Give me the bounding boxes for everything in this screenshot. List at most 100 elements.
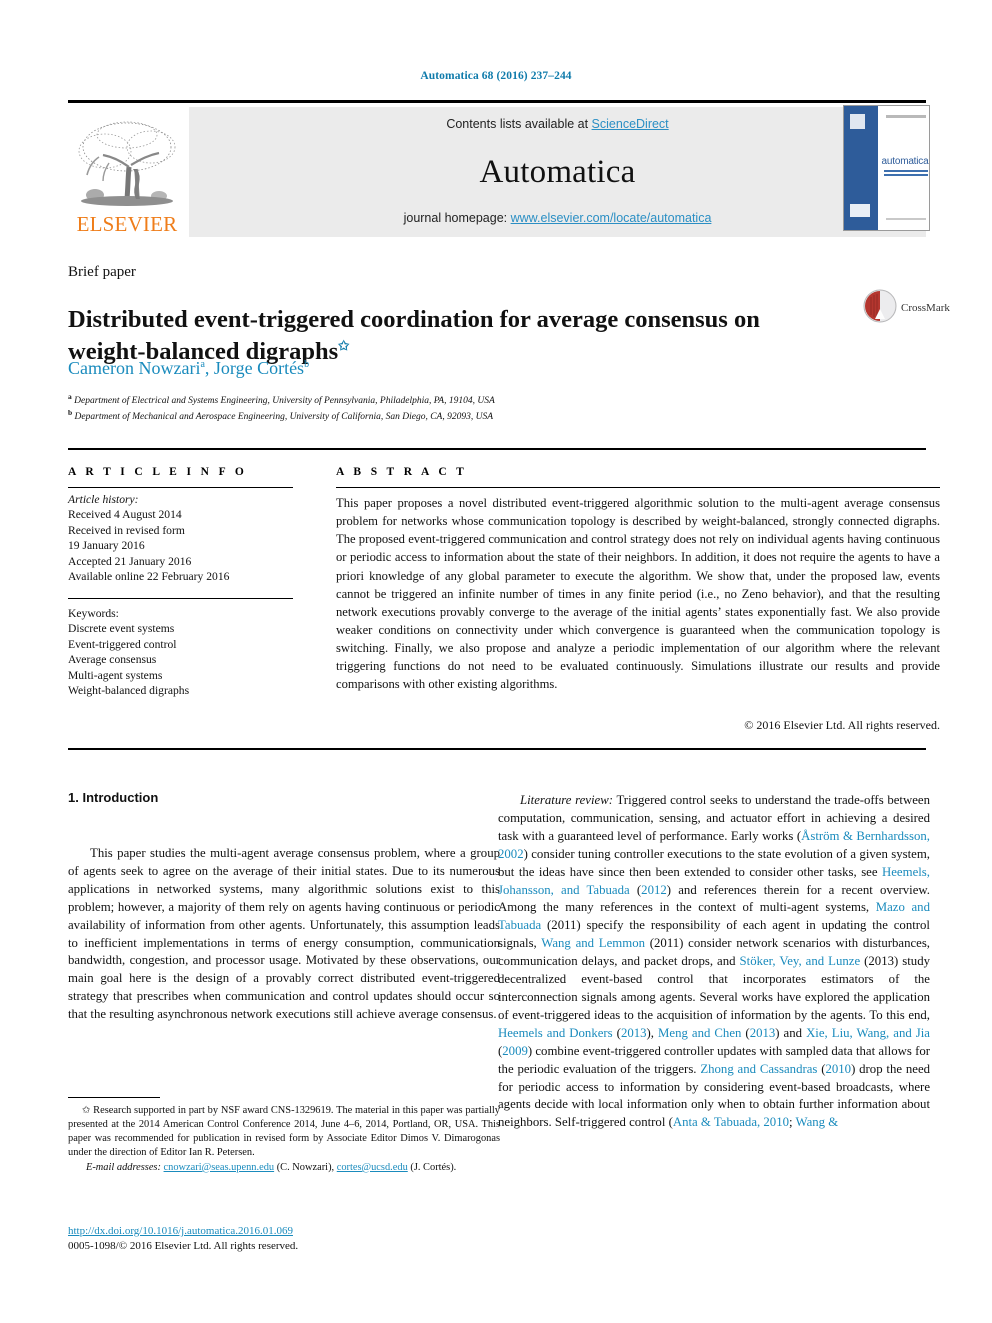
email-footnote: E-mail addresses: cnowzari@seas.upenn.ed…: [68, 1161, 500, 1175]
journal-article-page: Automatica 68 (2016) 237–244 ELSEVIER Co…: [0, 0, 992, 1323]
citation-heemels-donkers-year[interactable]: 2013: [621, 1026, 647, 1040]
literature-review-paragraph: Literature review: Triggered control see…: [498, 792, 930, 1132]
article-history-item: Accepted 21 January 2016: [68, 554, 192, 568]
literature-review-lead: Literature review:: [520, 793, 613, 807]
article-history-item: Received 4 August 2014: [68, 508, 182, 522]
affiliation-b: b Department of Mechanical and Aerospace…: [68, 408, 828, 424]
doi-block: http://dx.doi.org/10.1016/j.automatica.2…: [68, 1224, 500, 1254]
elsevier-wordmark: ELSEVIER: [76, 212, 178, 236]
journal-banner: Contents lists available at ScienceDirec…: [189, 107, 926, 237]
crossmark-badge[interactable]: CrossMark: [863, 288, 950, 328]
cover-bottom-rule: [886, 218, 926, 220]
footnote-rule: [68, 1097, 160, 1098]
journal-homepage-line: journal homepage: www.elsevier.com/locat…: [189, 211, 926, 225]
literature-review-column: Literature review: Triggered control see…: [498, 792, 930, 1132]
article-type-label: Brief paper: [68, 264, 136, 280]
affiliation-a-text: Department of Electrical and Systems Eng…: [74, 396, 495, 407]
article-info-heading: A R T I C L E I N F O: [68, 466, 248, 478]
homepage-prefix: journal homepage:: [403, 211, 511, 225]
journal-title: Automatica: [479, 153, 636, 190]
author-2-affiliation-marker: b: [304, 359, 310, 370]
doi-link[interactable]: http://dx.doi.org/10.1016/j.automatica.2…: [68, 1225, 293, 1237]
keyword-item: Weight-balanced digraphs: [68, 684, 190, 698]
divider-below-abstract: [68, 748, 926, 750]
cover-subtitle-line-2: [884, 174, 928, 176]
contents-line: Contents lists available at ScienceDirec…: [189, 117, 926, 131]
abstract-rule: [336, 487, 940, 488]
affiliation-a-marker: a: [68, 392, 72, 401]
journal-masthead: ELSEVIER Contents lists available at Sci…: [68, 100, 926, 237]
citation-xie-2009[interactable]: Xie, Liu, Wang, and Jia: [806, 1026, 930, 1040]
funding-footnote-text: Research supported in part by NSF award …: [68, 1105, 500, 1159]
email-link-cortes[interactable]: cortes@ucsd.edu: [337, 1162, 408, 1173]
email-label: E-mail addresses:: [86, 1161, 161, 1173]
funding-footnote: ✩ Research supported in part by NSF awar…: [68, 1104, 500, 1161]
elsevier-tree-icon: [73, 117, 181, 213]
author-list: Cameron Nowzaria, Jorge Cortésb: [68, 358, 788, 379]
citation-stoker-2013[interactable]: Stöker, Vey, and Lunze: [740, 954, 861, 968]
cover-publisher-mark-icon: [850, 204, 870, 217]
issn-copyright-line: 0005-1098/© 2016 Elsevier Ltd. All right…: [68, 1239, 299, 1252]
abstract-copyright: © 2016 Elsevier Ltd. All rights reserved…: [744, 718, 940, 732]
lr-part: (: [741, 1025, 750, 1040]
keywords-label: Keywords:: [68, 607, 119, 620]
author-1[interactable]: Cameron Nowzari: [68, 358, 200, 378]
journal-cover-thumbnail[interactable]: automatica: [843, 105, 930, 231]
cover-subtitle-line-1: [884, 170, 928, 172]
keyword-item: Discrete event systems: [68, 622, 175, 636]
article-title-text: Distributed event-triggered coordination…: [68, 306, 760, 365]
affiliation-b-marker: b: [68, 408, 73, 417]
keyword-item: Event-triggered control: [68, 637, 177, 651]
lr-part: (: [612, 1025, 621, 1040]
author-separator: ,: [204, 358, 214, 378]
keyword-item: Multi-agent systems: [68, 668, 163, 682]
author-2[interactable]: Jorge Cortés: [214, 358, 304, 378]
affiliation-a: a Department of Electrical and Systems E…: [68, 392, 828, 408]
keyword-item: Average consensus: [68, 653, 157, 667]
lr-part: ) consider tuning controller executions …: [498, 846, 930, 879]
citation-zhong-cassandras-year[interactable]: 2010: [825, 1062, 851, 1076]
introduction-paragraph: This paper studies the multi-agent avera…: [68, 846, 500, 1022]
article-info-rule: [68, 487, 293, 488]
journal-homepage-link[interactable]: www.elsevier.com/locate/automatica: [511, 211, 712, 225]
section-heading-introduction: 1. Introduction: [68, 790, 159, 805]
article-history-item: Received in revised form: [68, 523, 185, 537]
keywords-block: Keywords: Discrete event systems Event-t…: [68, 606, 293, 698]
citation-heemels-donkers[interactable]: Heemels and Donkers: [498, 1026, 613, 1040]
abstract-text: This paper proposes a novel distributed …: [336, 496, 940, 692]
cover-ifac-logo-icon: [850, 114, 865, 129]
article-history-label: Article history:: [68, 493, 139, 506]
elsevier-logo: ELSEVIER: [68, 107, 186, 237]
sciencedirect-link[interactable]: ScienceDirect: [592, 117, 669, 131]
citation-xie-2009-year[interactable]: 2009: [502, 1044, 528, 1058]
contents-prefix: Contents lists available at: [446, 117, 592, 131]
lr-part: (: [629, 882, 642, 897]
email-owner-2: (J. Cortés).: [407, 1161, 457, 1173]
citation-wang-lemmon-2011[interactable]: Wang and Lemmon: [541, 936, 645, 950]
cover-title: automatica: [881, 156, 929, 167]
keywords-rule: [68, 598, 293, 599]
crossmark-label: CrossMark: [901, 302, 950, 314]
citation-anta-tabuada-2010[interactable]: Anta & Tabuada, 2010: [673, 1115, 789, 1129]
email-owner-1: (C. Nowzari),: [274, 1161, 337, 1173]
crossmark-icon: [863, 289, 897, 328]
cover-top-rule: [886, 115, 926, 118]
article-history-item: Available online 22 February 2016: [68, 570, 230, 584]
footnote-block: ✩ Research supported in part by NSF awar…: [68, 1104, 500, 1175]
citation-meng-chen-year[interactable]: 2013: [750, 1026, 776, 1040]
citation-meng-chen[interactable]: Meng and Chen: [658, 1026, 741, 1040]
lr-part: ) and: [775, 1025, 807, 1040]
citation-zhong-cassandras[interactable]: Zhong and Cassandras: [700, 1062, 817, 1076]
title-footnote-marker: ✩: [338, 337, 350, 353]
divider-above-abstract: [68, 448, 926, 450]
article-history-block: Article history: Received 4 August 2014 …: [68, 492, 293, 584]
citation-wang-continued[interactable]: Wang &: [796, 1115, 839, 1129]
article-history-item: 19 January 2016: [68, 539, 145, 553]
introduction-left-column: This paper studies the multi-agent avera…: [68, 845, 500, 1024]
email-link-nowzari[interactable]: cnowzari@seas.upenn.edu: [164, 1162, 275, 1173]
lr-part: ),: [646, 1025, 659, 1040]
abstract-heading: A B S T R A C T: [336, 466, 468, 478]
affiliation-b-text: Department of Mechanical and Aerospace E…: [74, 412, 494, 423]
running-head: Automatica 68 (2016) 237–244: [420, 70, 572, 82]
citation-heemels-2012-year[interactable]: 2012: [641, 883, 667, 897]
